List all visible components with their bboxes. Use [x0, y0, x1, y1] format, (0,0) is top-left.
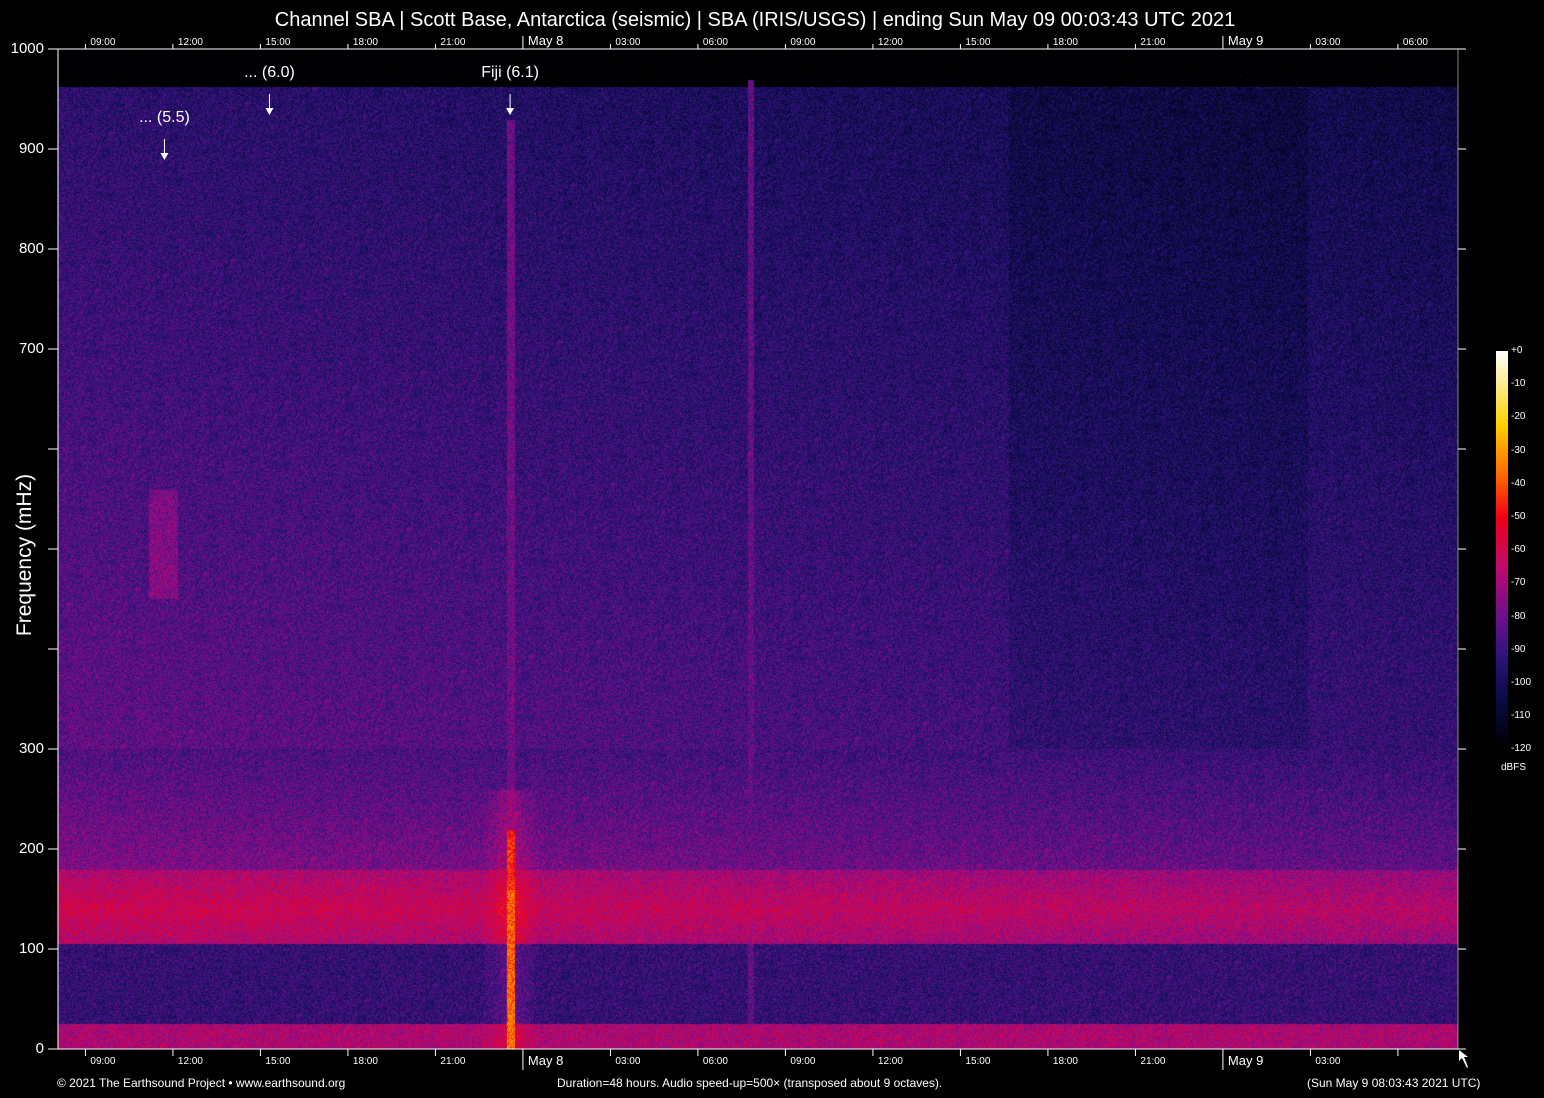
x-tick-label-top: 21:00: [1140, 37, 1166, 48]
x-tick-label-top: 18:00: [352, 37, 378, 48]
y-tick-label: 900: [18, 140, 44, 157]
x-tick-label-top: 18:00: [1052, 37, 1078, 48]
colorbar-tick-label: -100: [1511, 677, 1532, 688]
x-tick-label-top: 09:00: [790, 37, 816, 48]
x-tick-label-bottom: 03:00: [1315, 1056, 1341, 1067]
x-tick-label-top: May 9: [1227, 33, 1264, 48]
y-tick-label: 300: [18, 740, 44, 757]
x-tick-label-bottom: May 9: [1227, 1053, 1264, 1068]
colorbar-tick-label: -10: [1511, 378, 1526, 390]
event-annotation: ... (5.5): [139, 109, 190, 126]
colorbar-tick-label: -110: [1511, 710, 1531, 722]
colorbar-tick-label: -80: [1511, 610, 1526, 622]
x-tick-label-top: 15:00: [265, 37, 291, 48]
timestamp-footer: (Sun May 9 08:03:43 2021 UTC): [1307, 1076, 1481, 1090]
x-tick-label-top: 03:00: [615, 37, 641, 48]
colorbar: [1496, 351, 1508, 749]
y-tick-label: 0: [35, 1040, 44, 1057]
arrow-head-icon: [265, 108, 274, 115]
colorbar-tick-label: -60: [1511, 544, 1526, 556]
x-tick-label-bottom: 06:00: [702, 1056, 728, 1067]
event-annotation: ... (6.0): [244, 64, 295, 81]
colorbar-tick-label: -90: [1511, 643, 1526, 655]
colorbar-tick-label: -40: [1511, 477, 1526, 489]
x-tick-label-bottom: 09:00: [790, 1056, 816, 1067]
colorbar-tick-label: -20: [1511, 411, 1526, 423]
y-tick-label: 700: [18, 340, 44, 357]
x-tick-label-bottom: 15:00: [965, 1056, 991, 1067]
x-tick-label-top: 06:00: [702, 37, 728, 48]
x-tick-label-bottom: 21:00: [440, 1056, 466, 1067]
y-tick-label: 100: [18, 940, 44, 957]
x-tick-label-top: 06:00: [1402, 37, 1428, 48]
event-annotation: Fiji (6.1): [481, 64, 539, 81]
colorbar-tick-label: -50: [1511, 511, 1526, 522]
cursor-icon: [1459, 1050, 1468, 1068]
axes-overlay: [48, 36, 1468, 1070]
x-tick-label-bottom: 15:00: [265, 1056, 291, 1067]
x-tick-label-top: 09:00: [90, 37, 116, 48]
x-tick-label-bottom: 09:00: [90, 1056, 116, 1067]
x-tick-label-top: May 8: [527, 33, 564, 48]
x-tick-label-top: 03:00: [1315, 37, 1341, 48]
x-tick-label-top: 21:00: [440, 37, 466, 48]
colorbar-tick-label: -70: [1511, 577, 1526, 589]
x-tick-label-top: 15:00: [965, 37, 991, 48]
y-tick-label: 1000: [10, 40, 44, 57]
arrow-head-icon: [160, 153, 169, 160]
colorbar-tick-label: -120: [1511, 743, 1532, 755]
y-tick-label: 200: [18, 840, 44, 857]
duration-footer: Duration=48 hours. Audio speed-up=500× (…: [557, 1076, 943, 1090]
x-tick-label-bottom: 18:00: [352, 1056, 378, 1067]
y-tick-label: 800: [18, 240, 44, 257]
x-tick-label-bottom: 12:00: [877, 1056, 903, 1067]
x-tick-label-bottom: 21:00: [1140, 1056, 1166, 1067]
x-tick-label-bottom: 12:00: [177, 1056, 203, 1067]
colorbar-tick-label: +0: [1511, 345, 1523, 356]
colorbar-tick-label: -30: [1511, 444, 1526, 456]
x-tick-label-bottom: 18:00: [1052, 1056, 1078, 1067]
arrow-head-icon: [506, 108, 515, 115]
y-axis-label: Frequency (mHz): [13, 473, 36, 637]
x-tick-label-top: 12:00: [177, 37, 203, 48]
colorbar-label: dBFS: [1501, 762, 1527, 773]
copyright-footer: © 2021 The Earthsound Project • www.eart…: [57, 1076, 346, 1090]
x-tick-label-top: 12:00: [877, 37, 903, 48]
x-tick-label-bottom: May 8: [527, 1053, 564, 1068]
x-tick-label-bottom: 03:00: [615, 1056, 641, 1067]
